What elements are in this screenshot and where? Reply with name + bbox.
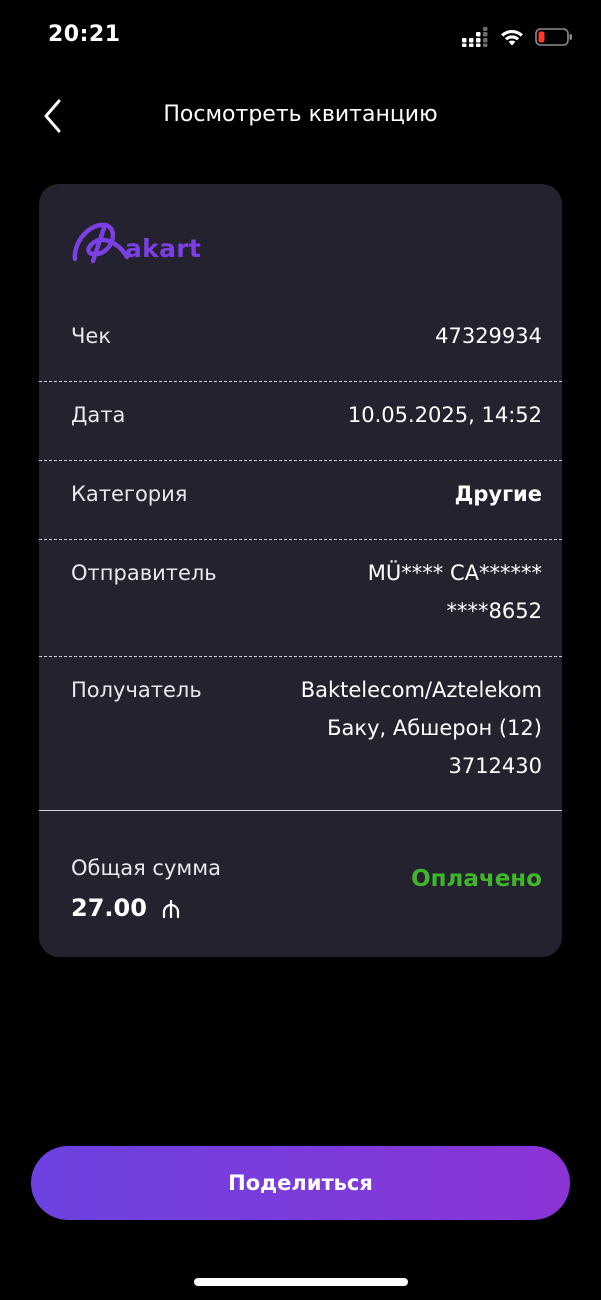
recipient-name: Baktelecom/Aztelekom <box>300 678 542 702</box>
wifi-icon <box>501 30 523 46</box>
recipient-region: Баку, Абшерон (12) <box>327 716 542 740</box>
sender-name: MÜ**** CA****** <box>367 561 542 585</box>
akart-logo-icon <box>72 222 129 264</box>
status-icons <box>461 26 573 48</box>
date-value: 10.05.2025, 14:52 <box>347 403 542 427</box>
total-amount-value: 27.00 <box>71 894 147 922</box>
date-label: Дата <box>71 403 126 427</box>
cellular-signal-icon <box>462 27 488 47</box>
sender-label: Отправитель <box>71 561 217 585</box>
divider <box>39 381 562 382</box>
sender-card: ****8652 <box>446 599 542 623</box>
check-label: Чек <box>71 324 112 348</box>
divider <box>39 810 562 811</box>
status-badge: Оплачено <box>411 866 542 892</box>
receipt-card: akart Чек 47329934 Дата 10.05.2025, 14:5… <box>39 184 562 957</box>
category-label: Категория <box>71 482 188 506</box>
header: Посмотреть квитанцию <box>0 90 601 142</box>
status-bar: 20:21 <box>0 0 601 80</box>
recipient-account: 3712430 <box>448 754 542 778</box>
divider <box>39 539 562 540</box>
recipient-label: Получатель <box>71 678 202 702</box>
share-button[interactable]: Поделиться <box>31 1146 570 1220</box>
total-amount: 27.00 <box>71 894 181 922</box>
divider <box>39 460 562 461</box>
battery-low-icon <box>535 28 572 46</box>
check-value: 47329934 <box>435 324 542 348</box>
status-time: 20:21 <box>48 22 121 47</box>
brand-logo: akart <box>69 216 201 268</box>
total-label: Общая сумма <box>71 856 221 880</box>
home-indicator[interactable] <box>194 1278 408 1286</box>
page-title: Посмотреть квитанцию <box>163 102 438 127</box>
category-value: Другие <box>454 482 542 506</box>
azn-manat-icon <box>162 899 180 919</box>
brand-name: akart <box>125 233 202 263</box>
divider <box>39 656 562 657</box>
